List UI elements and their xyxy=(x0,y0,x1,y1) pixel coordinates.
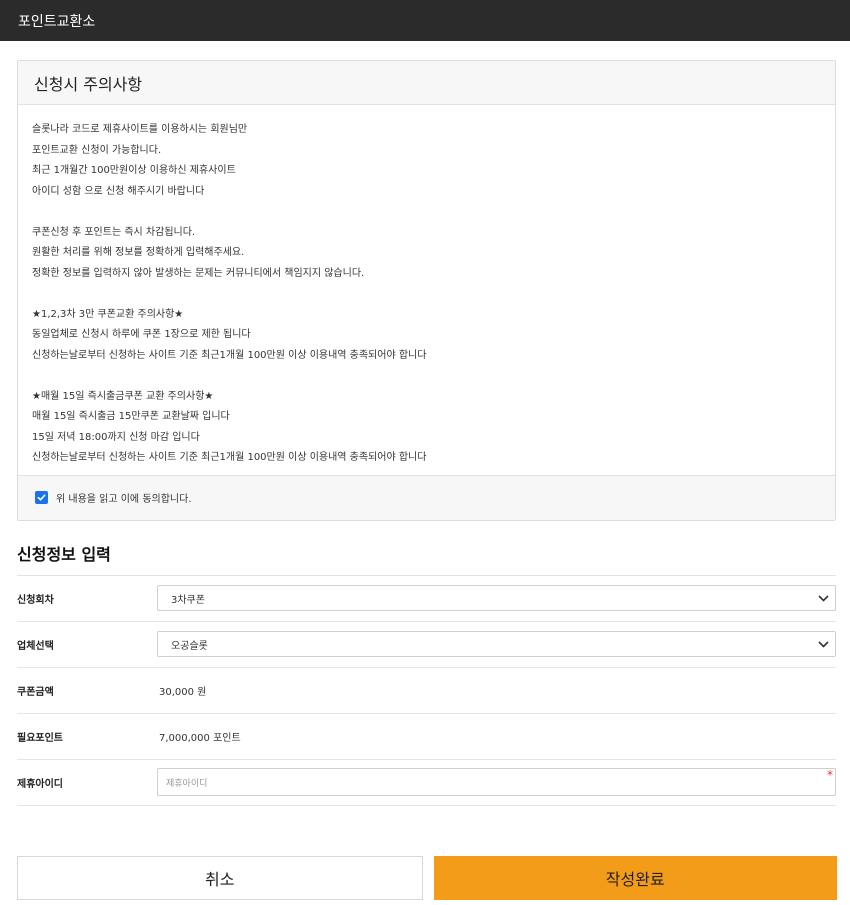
notice-line: 매월 15일 즉시출금 15만쿠폰 교환날짜 입니다 xyxy=(32,411,230,422)
check-icon xyxy=(37,494,46,501)
chevron-down-icon xyxy=(818,640,829,648)
coupon-amount-value: 30,000 원 xyxy=(159,686,207,698)
form-row-coupon-amount: 쿠폰금액 30,000 원 xyxy=(17,668,836,714)
notice-line: 아이디 성함 으로 신청 해주시기 바랍니다 xyxy=(32,185,205,197)
partner-id-label: 제휴아이디 xyxy=(17,778,63,790)
round-selected-value: 3차쿠폰 xyxy=(171,594,205,606)
application-form: 신청회차 3차쿠폰 업체선택 오공슬롯 쿠폰금액 30,000 원 필요포인트 … xyxy=(17,576,836,806)
agree-row[interactable]: 위 내용을 읽고 이에 동의합니다. xyxy=(18,474,835,520)
company-label: 업체선택 xyxy=(17,640,54,652)
agree-checkbox[interactable] xyxy=(35,491,48,504)
required-mark: * xyxy=(827,768,833,782)
cancel-button[interactable]: 취소 xyxy=(17,856,423,900)
notice-title: 신청시 주의사항 xyxy=(34,74,143,94)
form-row-partner-id: 제휴아이디 제휴아이디 * xyxy=(17,760,836,806)
notice-body: 슬롯나라 코드로 제휴사이트를 이용하시는 회원님만 포인트교환 신청이 가능합… xyxy=(18,105,835,475)
chevron-down-icon xyxy=(818,594,829,602)
notice-line: 15일 저녁 18:00까지 신청 마감 입니다 xyxy=(32,431,200,443)
page-title: 포인트교환소 xyxy=(18,13,96,30)
action-buttons: 취소 작성완료 xyxy=(17,856,837,900)
partner-id-placeholder: 제휴아이디 xyxy=(166,778,208,789)
round-select[interactable]: 3차쿠폰 xyxy=(157,585,836,611)
company-select[interactable]: 오공슬롯 xyxy=(157,631,836,657)
required-points-label: 필요포인트 xyxy=(17,732,63,744)
notice-line: 신청하는날로부터 신청하는 사이트 기준 최근1개월 100만원 이상 이용내역… xyxy=(32,349,427,361)
top-bar: 포인트교환소 xyxy=(0,0,850,41)
notice-line: 원활한 처리를 위해 정보를 정확하게 입력해주세요. xyxy=(32,247,245,258)
notice-line: 슬롯나라 코드로 제휴사이트를 이용하시는 회원님만 xyxy=(32,124,248,135)
submit-button[interactable]: 작성완료 xyxy=(433,856,837,900)
notice-panel: 신청시 주의사항 슬롯나라 코드로 제휴사이트를 이용하시는 회원님만 포인트교… xyxy=(17,60,836,521)
notice-line: 동일업체로 신청시 하루에 쿠폰 1장으로 제한 됩니다 xyxy=(32,329,251,340)
notice-line: ★1,2,3차 3만 쿠폰교환 주의사항★ xyxy=(32,308,184,320)
notice-line: 정확한 정보를 입력하지 않아 발생하는 문제는 커뮤니티에서 책임지지 않습니… xyxy=(32,267,365,279)
form-title: 신청정보 입력 xyxy=(17,541,836,576)
notice-line: 신청하는날로부터 신청하는 사이트 기준 최근1개월 100만원 이상 이용내역… xyxy=(32,452,427,463)
coupon-amount-label: 쿠폰금액 xyxy=(17,686,54,698)
partner-id-input[interactable]: 제휴아이디 * xyxy=(157,768,836,796)
notice-line: 포인트교환 신청이 가능합니다. xyxy=(32,144,162,156)
agree-label[interactable]: 위 내용을 읽고 이에 동의합니다. xyxy=(56,490,192,505)
notice-header: 신청시 주의사항 xyxy=(18,61,835,105)
round-label: 신청회차 xyxy=(17,594,54,606)
required-points-value: 7,000,000 포인트 xyxy=(159,732,241,744)
notice-line: 최근 1개월간 100만원이상 이용하신 제휴사이트 xyxy=(32,165,236,176)
notice-line: 쿠폰신청 후 포인트는 즉시 차감됩니다. xyxy=(32,226,196,238)
form-row-round: 신청회차 3차쿠폰 xyxy=(17,576,836,622)
company-selected-value: 오공슬롯 xyxy=(171,640,208,652)
notice-line: ★매월 15일 즉시출금쿠폰 교환 주의사항★ xyxy=(32,390,214,402)
form-row-company: 업체선택 오공슬롯 xyxy=(17,622,836,668)
form-row-required-points: 필요포인트 7,000,000 포인트 xyxy=(17,714,836,760)
